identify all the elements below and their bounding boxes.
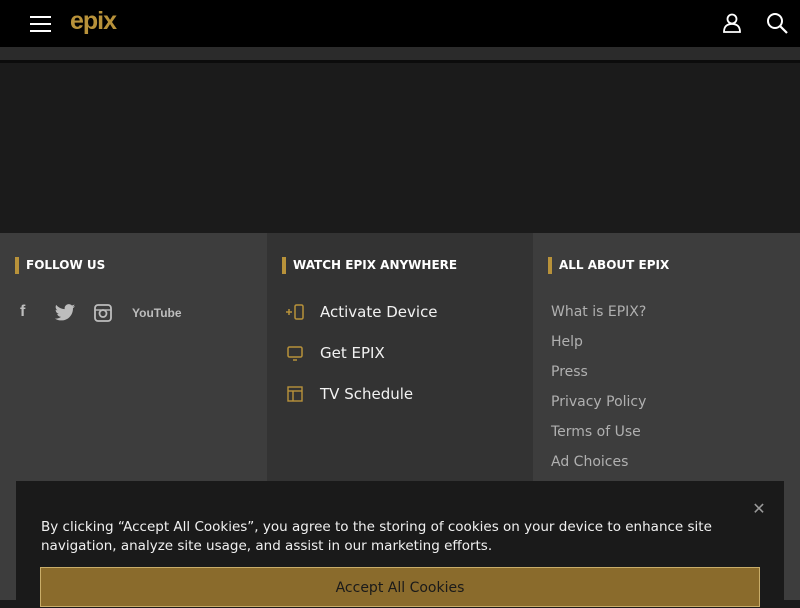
help-link[interactable]: Help <box>551 332 583 352</box>
privacy-policy-link[interactable]: Privacy Policy <box>551 392 646 412</box>
activate-device-icon <box>286 304 304 320</box>
terms-of-use-link[interactable]: Terms of Use <box>551 422 641 442</box>
epix-logo[interactable]: epix <box>70 7 117 36</box>
facebook-icon[interactable]: f <box>20 303 25 323</box>
content-area <box>0 63 800 233</box>
youtube-icon[interactable]: YouTube <box>132 303 182 323</box>
search-icon[interactable] <box>766 12 788 34</box>
watch-anywhere-heading: WATCH EPIX ANYWHERE <box>282 257 457 274</box>
hamburger-menu-icon[interactable] <box>30 15 51 33</box>
what-is-epix-link[interactable]: What is EPIX? <box>551 302 646 322</box>
accept-all-cookies-button[interactable]: Accept All Cookies <box>40 567 760 607</box>
press-link[interactable]: Press <box>551 362 588 382</box>
tv-schedule-label: TV Schedule <box>320 385 414 403</box>
cookie-message: By clicking “Accept All Cookies”, you ag… <box>41 519 712 554</box>
get-epix-label: Get EPIX <box>320 344 385 362</box>
follow-us-heading: FOLLOW US <box>15 257 105 274</box>
subnav-strip <box>0 47 800 60</box>
top-navigation-bar: epix <box>0 0 800 47</box>
activate-device-label: Activate Device <box>320 303 438 321</box>
ad-choices-link[interactable]: Ad Choices <box>551 452 628 472</box>
close-icon[interactable]: ✕ <box>751 501 767 517</box>
instagram-icon[interactable] <box>94 303 112 323</box>
schedule-icon <box>287 386 303 402</box>
user-icon[interactable] <box>721 12 743 34</box>
twitter-icon[interactable] <box>54 303 76 323</box>
cookie-consent-banner: ✕ By clicking “Accept All Cookies”, you … <box>16 481 784 607</box>
tv-icon <box>287 346 303 361</box>
about-epix-heading: ALL ABOUT EPIX <box>548 257 669 274</box>
